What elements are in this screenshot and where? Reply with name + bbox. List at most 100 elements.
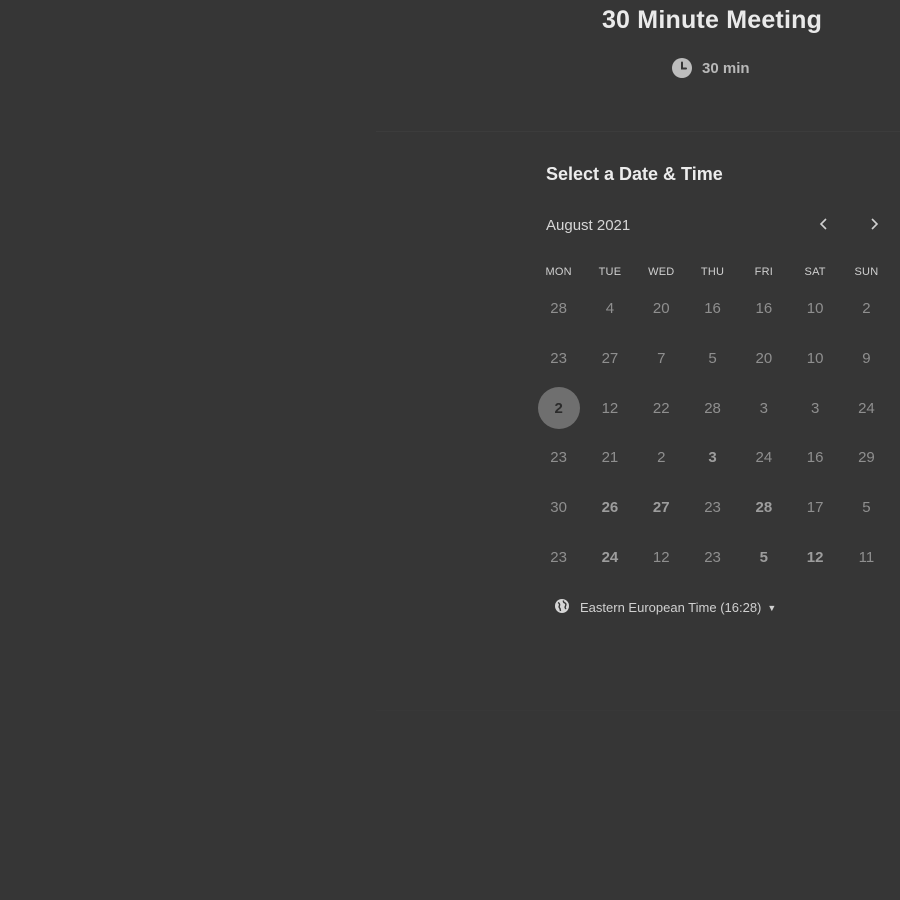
calendar-day: 17 — [789, 483, 840, 533]
calendar-day: 23 — [687, 483, 738, 533]
globe-icon — [554, 598, 570, 617]
timezone-selector[interactable]: Eastern European Time (16:28) ▼ — [554, 598, 776, 617]
calendar-day: 23 — [533, 532, 584, 582]
meeting-title: 30 Minute Meeting — [601, 6, 823, 34]
weekday-label: SAT — [804, 266, 826, 278]
calendar-day-number: 16 — [704, 300, 721, 318]
weekday-label: MON — [545, 266, 572, 278]
calendar-day: 23 — [687, 532, 738, 582]
calendar-day-number: 23 — [550, 548, 567, 566]
duration-label: 30 min — [702, 59, 750, 77]
header-divider — [376, 131, 900, 132]
clock-icon — [672, 58, 692, 78]
calendar-day-number: 22 — [652, 399, 670, 417]
calendar-day-available[interactable]: 24 — [584, 532, 635, 582]
calendar-day-number: 4 — [605, 300, 615, 318]
calendar-day: 5 — [687, 334, 738, 384]
calendar-day: 3 — [738, 383, 789, 433]
calendar-day-number: 12 — [806, 548, 824, 566]
calendar-day: 28 — [533, 284, 584, 334]
calendar-day-number: 29 — [858, 449, 875, 467]
calendar-day: 21 — [584, 433, 635, 483]
calendar-day: 23 — [533, 433, 584, 483]
calendar-day-number: 28 — [704, 399, 721, 417]
calendar-day-number: 20 — [652, 300, 670, 318]
calendar-day-available[interactable]: 5 — [738, 532, 789, 582]
calendar-day: 16 — [789, 433, 840, 483]
calendar-day-number: 10 — [806, 300, 824, 318]
calendar-day: 10 — [789, 334, 840, 384]
footer-divider — [376, 710, 900, 711]
calendar-day: 29 — [841, 433, 892, 483]
calendar-day-number: 3 — [810, 399, 820, 417]
calendar-day-number: 2 — [537, 387, 580, 430]
calendar-day: 10 — [789, 284, 840, 334]
calendar-day-number: 2 — [657, 449, 666, 467]
calendar-day-number: 12 — [601, 399, 619, 417]
calendar-day-available[interactable]: 3 — [687, 433, 738, 483]
calendar-day-available[interactable]: 27 — [636, 483, 687, 533]
calendar-day-number: 17 — [806, 499, 824, 517]
calendar-day-number: 24 — [858, 399, 875, 417]
calendar-day-number: 23 — [550, 449, 567, 467]
calendar-day-number: 30 — [550, 499, 567, 517]
calendar-day-number: 28 — [755, 499, 773, 517]
calendar-day-number: 5 — [708, 350, 717, 368]
calendar-day-number: 3 — [708, 449, 717, 467]
chevron-left-icon — [819, 217, 829, 236]
calendar-day: 20 — [738, 334, 789, 384]
calendar-day-number: 23 — [704, 548, 721, 566]
timezone-label: Eastern European Time (16:28) — [580, 600, 762, 615]
calendar-day: 2 — [841, 284, 892, 334]
calendar-day-number: 26 — [601, 499, 619, 517]
calendar-day-number: 3 — [759, 399, 768, 417]
calendar-day: 23 — [533, 334, 584, 384]
weekday-label: THU — [700, 266, 725, 278]
select-date-time-title: Select a Date & Time — [546, 164, 723, 184]
calendar-day: 16 — [687, 284, 738, 334]
calendar-day-number: 2 — [862, 300, 871, 318]
calendar-day: 24 — [841, 383, 892, 433]
month-label: August 2021 — [546, 217, 631, 234]
weekday-header: MON TUE WED THU FRI SAT SUN — [533, 260, 891, 284]
calendar-day-number: 20 — [755, 350, 773, 368]
next-month-button[interactable] — [862, 214, 886, 238]
calendar-day-available[interactable]: 12 — [789, 532, 840, 582]
calendar-day: 4 — [584, 284, 635, 334]
calendar-day-number: 23 — [550, 350, 567, 368]
calendar-day: 22 — [636, 383, 687, 433]
calendar-day-number: 9 — [862, 350, 871, 368]
calendar-day: 5 — [841, 483, 892, 533]
calendar-day: 2 — [636, 433, 687, 483]
caret-down-icon: ▼ — [767, 602, 777, 613]
calendar-day-number: 16 — [755, 300, 773, 318]
calendar-day: 12 — [636, 532, 687, 582]
weekday-label: SUN — [854, 266, 879, 278]
calendar-day-number: 5 — [862, 499, 871, 517]
chevron-right-icon — [869, 217, 879, 236]
calendar-day-number: 16 — [806, 449, 824, 467]
calendar-day: 30 — [533, 483, 584, 533]
calendar-day-number: 28 — [550, 300, 567, 318]
calendar: MON TUE WED THU FRI SAT SUN 28 4 20 16 16 10 2… — [533, 260, 891, 582]
calendar-day: 27 — [584, 334, 635, 384]
calendar-day-number: 23 — [704, 499, 721, 517]
scheduling-page: 30 Minute Meeting 30 min Select a Date &… — [0, 0, 900, 900]
calendar-day-number: 11 — [858, 548, 875, 566]
calendar-day-available[interactable]: 26 — [584, 483, 635, 533]
calendar-day-available[interactable]: 28 — [738, 483, 789, 533]
weekday-label: FRI — [754, 266, 773, 278]
previous-month-button[interactable] — [812, 214, 836, 238]
calendar-day-number: 10 — [806, 350, 824, 368]
calendar-day-number: 24 — [601, 548, 619, 566]
calendar-day: 12 — [584, 383, 635, 433]
weekday-label: WED — [648, 266, 675, 278]
calendar-day: 3 — [789, 383, 840, 433]
calendar-day-number: 24 — [755, 449, 773, 467]
calendar-day-number: 7 — [657, 350, 666, 368]
calendar-day-number: 21 — [601, 449, 619, 467]
calendar-day-number: 27 — [652, 499, 670, 517]
calendar-day-selected[interactable]: 2 — [533, 383, 584, 433]
calendar-day: 20 — [636, 284, 687, 334]
calendar-day: 16 — [738, 284, 789, 334]
